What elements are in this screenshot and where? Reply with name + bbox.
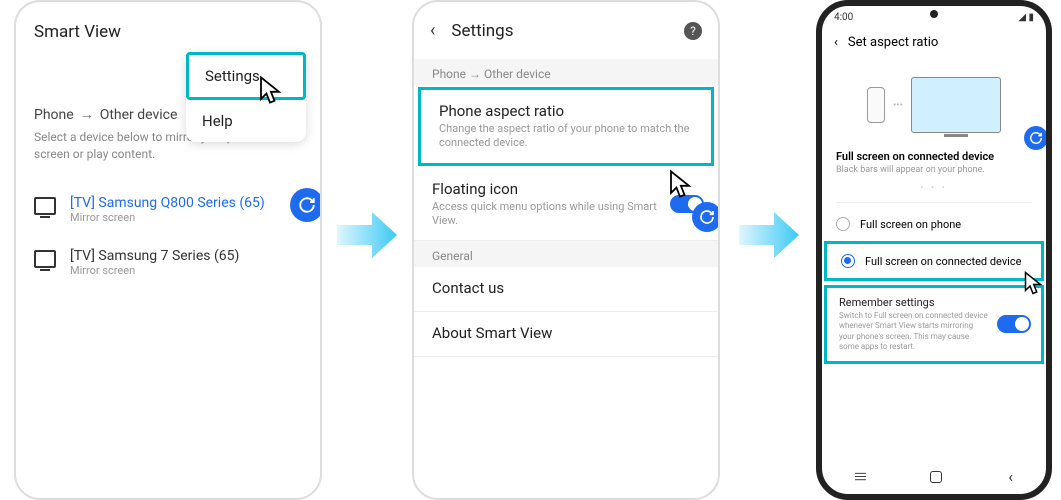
smart-view-header: Smart View: [16, 2, 320, 52]
illustration-phone-icon: [867, 87, 885, 123]
camera-notch: [930, 10, 938, 18]
back-button[interactable]: ‹: [834, 35, 838, 50]
setting-title: Phone aspect ratio: [439, 102, 693, 120]
setting-desc: Change the aspect ratio of your phone to…: [439, 122, 693, 151]
toggle-switch[interactable]: [997, 315, 1031, 333]
radio-full-screen-phone[interactable]: Full screen on phone: [822, 207, 1046, 241]
settings-header: ‹ Settings ?: [414, 2, 718, 59]
refresh-button[interactable]: [1024, 126, 1048, 150]
section-desc: Black bars will appear on your phone.: [822, 163, 1046, 181]
setting-title: Floating icon: [432, 180, 700, 198]
device-name: [TV] Samsung 7 Series (65): [70, 248, 239, 264]
setting-phone-aspect-ratio[interactable]: Phone aspect ratio Change the aspect rat…: [418, 87, 714, 166]
tv-icon: [34, 250, 56, 268]
arrow-icon: →: [80, 106, 94, 123]
setting-about[interactable]: About Smart View: [414, 312, 718, 357]
remember-title: Remember settings: [839, 296, 1029, 309]
dots-icon: •••: [893, 100, 903, 111]
radio-full-screen-connected[interactable]: Full screen on connected device: [824, 241, 1044, 281]
setting-desc: Access quick menu options while using Sm…: [432, 200, 700, 229]
nav-bar: ||| ‹: [822, 467, 1046, 486]
device-sub: Mirror screen: [70, 264, 239, 277]
info-icon[interactable]: ?: [684, 22, 702, 40]
step-arrow-icon: [734, 200, 804, 270]
divider: [836, 202, 1032, 203]
settings-title: Settings: [451, 21, 668, 41]
radio-icon: [836, 217, 850, 231]
step-arrow-icon: [332, 200, 402, 270]
device-item[interactable]: [TV] Samsung Q800 Series (65) Mirror scr…: [34, 183, 302, 236]
nav-home-icon[interactable]: [930, 471, 942, 483]
pager-dots-icon: • • •: [822, 181, 1046, 198]
phone-aspect-ratio: 4:00 ◢ ▮ ‹ Set aspect ratio ••• Full scr…: [816, 0, 1052, 500]
arrow-icon: →: [469, 67, 484, 81]
nav-recent-icon[interactable]: |||: [852, 472, 867, 482]
section-title: Full screen on connected device: [822, 150, 1046, 163]
setting-contact-us[interactable]: Contact us: [414, 267, 718, 312]
section-label: Phone → Other device: [414, 59, 718, 85]
device-name: [TV] Samsung Q800 Series (65): [70, 195, 265, 211]
aspect-title: Set aspect ratio: [848, 35, 938, 50]
illustration: •••: [822, 60, 1046, 150]
status-icons: ◢ ▮: [1018, 12, 1034, 23]
tv-icon: [34, 197, 56, 215]
overflow-menu: Settings Help: [186, 52, 306, 142]
phone-settings: ‹ Settings ? Phone → Other device Phone …: [412, 0, 720, 500]
radio-label: Full screen on connected device: [865, 255, 1021, 268]
device-item[interactable]: [TV] Samsung 7 Series (65) Mirror screen: [34, 236, 302, 289]
setting-title: About Smart View: [432, 324, 700, 342]
back-button[interactable]: ‹: [430, 20, 435, 41]
setting-floating-icon[interactable]: Floating icon Access quick menu options …: [414, 168, 718, 242]
radio-icon: [841, 254, 855, 268]
radio-label: Full screen on phone: [860, 218, 961, 231]
illustration-tv-icon: [911, 77, 1001, 133]
menu-item-help[interactable]: Help: [186, 100, 306, 142]
device-sub: Mirror screen: [70, 211, 265, 224]
smart-view-title: Smart View: [34, 22, 121, 42]
menu-item-settings[interactable]: Settings: [186, 52, 306, 100]
nav-back-icon[interactable]: ‹: [1008, 467, 1013, 486]
refresh-button[interactable]: [290, 188, 322, 222]
setting-title: Contact us: [432, 279, 700, 297]
refresh-button[interactable]: [692, 202, 720, 232]
aspect-header: ‹ Set aspect ratio: [822, 29, 1046, 60]
section-label-general: General: [414, 241, 718, 267]
phone-smart-view: Smart View Settings Help Phone → Other d…: [14, 0, 322, 500]
status-time: 4:00: [834, 12, 853, 23]
setting-remember[interactable]: Remember settings Switch to Full screen …: [824, 285, 1044, 364]
